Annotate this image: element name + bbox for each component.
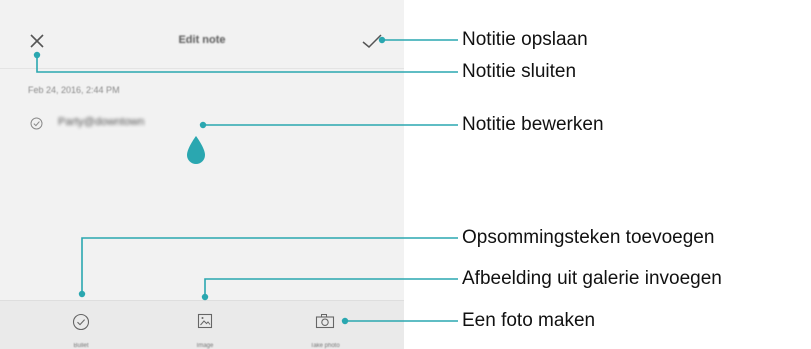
callout-close-label: Notitie sluiten bbox=[462, 61, 577, 82]
callout-gallery-label: Afbeelding uit galerie invoegen bbox=[462, 268, 722, 289]
checklist-item-text[interactable]: Party@downtown bbox=[58, 116, 144, 128]
callout-bullet-label: Opsommingsteken toevoegen bbox=[462, 227, 715, 248]
bottom-toolbar: Bullet Image Take photo bbox=[0, 300, 404, 349]
callout-save-label: Notitie opslaan bbox=[462, 29, 588, 50]
image-icon bbox=[197, 313, 213, 329]
header-divider bbox=[0, 68, 404, 69]
take-photo-button[interactable]: Take photo bbox=[290, 301, 360, 349]
bullet-circle-icon bbox=[30, 117, 43, 130]
top-bar: Edit note bbox=[0, 0, 404, 70]
note-editor-screen: Edit note Feb 24, 2016, 2:44 PM Party@do… bbox=[0, 0, 404, 349]
take-photo-label: Take photo bbox=[310, 343, 340, 349]
text-cursor-handle-icon[interactable] bbox=[183, 134, 209, 166]
callout-edit-label: Notitie bewerken bbox=[462, 114, 604, 135]
bullet-icon bbox=[72, 313, 90, 331]
bullet-label: Bullet bbox=[73, 343, 89, 349]
checkmark-icon bbox=[362, 34, 382, 49]
insert-image-button[interactable]: Image bbox=[170, 301, 240, 349]
note-date: Feb 24, 2016, 2:44 PM bbox=[28, 85, 120, 95]
image-label: Image bbox=[196, 343, 214, 349]
page-title: Edit note bbox=[178, 34, 226, 46]
bullet-button[interactable]: Bullet bbox=[46, 301, 116, 349]
save-button[interactable] bbox=[360, 30, 384, 52]
camera-icon bbox=[315, 314, 335, 329]
callout-photo-label: Een foto maken bbox=[462, 310, 596, 331]
